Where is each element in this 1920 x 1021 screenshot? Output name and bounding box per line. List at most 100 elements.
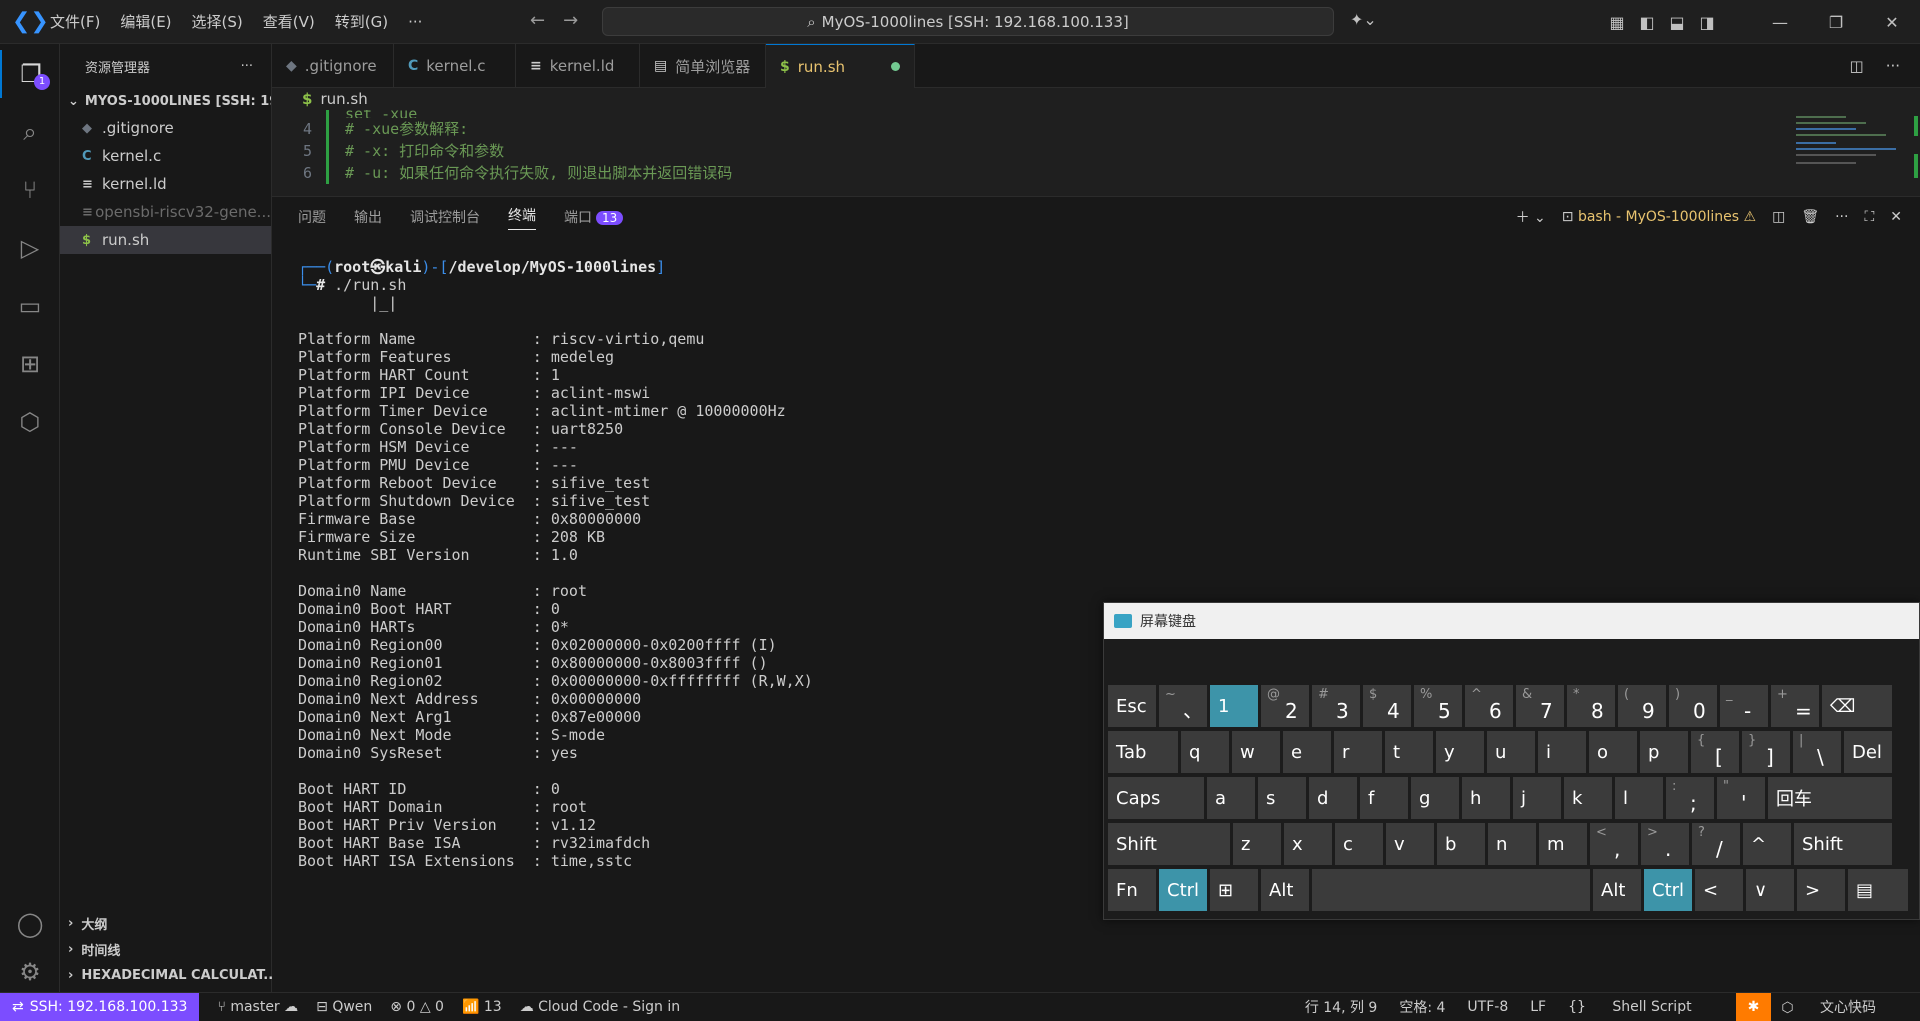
keyboard-key[interactable]: (9: [1618, 685, 1666, 727]
command-center[interactable]: ⌕ MyOS-1000lines [SSH: 192.168.100.133]: [602, 7, 1334, 36]
keyboard-key[interactable]: d: [1309, 777, 1357, 819]
keyboard-key[interactable]: s: [1258, 777, 1306, 819]
keyboard-key[interactable]: c: [1335, 823, 1383, 865]
explorer-icon[interactable]: ❐ 1: [0, 50, 60, 98]
keyboard-key[interactable]: e: [1283, 731, 1331, 773]
keyboard-key[interactable]: ^: [1743, 823, 1791, 865]
keyboard-key[interactable]: + =: [1771, 685, 1819, 727]
keyboard-key[interactable]: n: [1488, 823, 1536, 865]
back-arrow-icon[interactable]: ←: [530, 10, 545, 31]
keyboard-key[interactable]: % 5: [1414, 685, 1462, 727]
keyboard-key[interactable]: t: [1385, 731, 1433, 773]
keyboard-key[interactable]: b: [1437, 823, 1485, 865]
keyboard-key[interactable]: :;: [1666, 777, 1714, 819]
breadcrumb-file[interactable]: run.sh: [320, 90, 367, 108]
panel-tab[interactable]: 端口 13: [564, 207, 624, 227]
copilot-icon[interactable]: ✦⌄: [1350, 10, 1377, 29]
wenxin-indicator[interactable]: ⬡ 文心快码: [1781, 997, 1898, 1017]
menu-item[interactable]: 选择(S): [192, 13, 243, 31]
keyboard-key[interactable]: | \: [1793, 731, 1841, 773]
keyboard-key[interactable]: [1312, 869, 1590, 911]
keyboard-key[interactable]: a: [1207, 777, 1255, 819]
keyboard-key[interactable]: ▤: [1848, 869, 1908, 911]
keyboard-key[interactable]: <,: [1590, 823, 1638, 865]
keyboard-key[interactable]: Esc: [1108, 685, 1156, 727]
problems-indicator[interactable]: ⊗ 0 △ 0: [390, 999, 444, 1015]
close-panel-icon[interactable]: ✕: [1890, 209, 1902, 225]
extensions-icon[interactable]: ⊞: [0, 340, 60, 388]
workspace-root[interactable]: ⌄ MYOS-1000LINES [SSH: 19...: [60, 88, 271, 114]
qwen-indicator[interactable]: ⊟ Qwen: [316, 999, 372, 1015]
editor-tab[interactable]: Ckernel.c: [394, 44, 516, 88]
keyboard-key[interactable]: Caps: [1108, 777, 1204, 819]
panel-tab[interactable]: 问题: [298, 207, 326, 227]
keyboard-key[interactable]: i: [1538, 731, 1586, 773]
file-item[interactable]: ◆ .gitignore: [60, 114, 271, 142]
terminal-output[interactable]: ┌──(root㉿kali)-[/develop/MyOS-1000lines]…: [298, 240, 813, 906]
menu-item[interactable]: 转到(G): [335, 13, 388, 31]
keyboard-key[interactable]: " ': [1717, 777, 1765, 819]
menu-item[interactable]: 编辑(E): [120, 13, 171, 31]
keyboard-key[interactable]: @2: [1261, 685, 1309, 727]
keyboard-key[interactable]: k: [1564, 777, 1612, 819]
split-terminal-icon[interactable]: ◫: [1772, 209, 1785, 225]
toggle-secondary-sidebar-icon[interactable]: ◨: [1692, 13, 1722, 32]
encoding[interactable]: UTF-8: [1467, 999, 1508, 1015]
minimize-icon[interactable]: —: [1752, 13, 1808, 32]
toggle-sidebar-icon[interactable]: ◧: [1632, 13, 1662, 32]
keyboard-key[interactable]: ⌫: [1822, 685, 1892, 727]
keyboard-key[interactable]: _ -: [1720, 685, 1768, 727]
ports-indicator[interactable]: 📶 13: [462, 999, 502, 1015]
keyboard-key[interactable]: ? /: [1692, 823, 1740, 865]
keyboard-key[interactable]: Alt: [1593, 869, 1641, 911]
notification-accent-icon[interactable]: ✱: [1735, 992, 1772, 1021]
panel-tab[interactable]: 输出: [354, 207, 382, 227]
run-debug-icon[interactable]: ▷: [0, 224, 60, 272]
keyboard-key[interactable]: $4: [1363, 685, 1411, 727]
file-item[interactable]: Ckernel.c: [60, 142, 271, 170]
editor-tab[interactable]: ◆ .gitignore: [272, 44, 394, 88]
keyboard-key[interactable]: Tab: [1108, 731, 1178, 773]
unsaved-dot-icon[interactable]: [891, 62, 901, 71]
keyboard-key[interactable]: Alt: [1261, 869, 1309, 911]
keyboard-key[interactable]: l: [1615, 777, 1663, 819]
editor-tab[interactable]: ▤ 简单浏览器: [640, 44, 766, 88]
keyboard-key[interactable]: Del: [1844, 731, 1892, 773]
language-mode[interactable]: {} Shell Script: [1568, 999, 1713, 1015]
keyboard-key[interactable]: o: [1589, 731, 1637, 773]
toggle-panel-icon[interactable]: ⬓: [1662, 13, 1692, 32]
minimap[interactable]: [1790, 114, 1920, 194]
explorer-more-icon[interactable]: ···: [241, 59, 253, 74]
keyboard-key[interactable]: ~、: [1159, 685, 1207, 727]
panel-tab[interactable]: 调试控制台: [410, 207, 480, 227]
remote-explorer-icon[interactable]: ▭: [0, 282, 60, 330]
keyboard-key[interactable]: g: [1411, 777, 1459, 819]
keyboard-key[interactable]: y: [1436, 731, 1484, 773]
cursor-position[interactable]: 行 14, 列 9: [1305, 997, 1378, 1017]
keyboard-key[interactable]: 回车: [1768, 777, 1892, 819]
keyboard-key[interactable]: q: [1181, 731, 1229, 773]
keyboard-key[interactable]: u: [1487, 731, 1535, 773]
keyboard-key[interactable]: Ctrl: [1644, 869, 1692, 911]
keyboard-key[interactable]: j: [1513, 777, 1561, 819]
keyboard-key[interactable]: * 8: [1567, 685, 1615, 727]
keyboard-key[interactable]: v: [1386, 823, 1434, 865]
menu-item[interactable]: 查看(V): [263, 13, 315, 31]
code-editor[interactable]: set -xue 4 # -xue参数解释: 5 # -x: 打印命令和参数 6 # -u:…: [272, 110, 1920, 184]
maximize-panel-icon[interactable]: ⛶: [1864, 209, 1874, 225]
panel-tab[interactable]: 终端: [508, 205, 536, 230]
keyboard-key[interactable]: & 7: [1516, 685, 1564, 727]
keyboard-key[interactable]: >.: [1641, 823, 1689, 865]
keyboard-key[interactable]: ∨: [1746, 869, 1794, 911]
trash-icon[interactable]: 🗑: [1801, 209, 1819, 225]
menu-item[interactable]: 文件(F): [50, 13, 100, 31]
file-item[interactable]: $ run.sh: [60, 226, 271, 254]
forward-arrow-icon[interactable]: →: [563, 10, 578, 31]
keyboard-key[interactable]: w: [1232, 731, 1280, 773]
account-icon[interactable]: ◯: [0, 900, 60, 948]
keyboard-key[interactable]: r: [1334, 731, 1382, 773]
remote-indicator[interactable]: ⇄ SSH: 192.168.100.133: [0, 992, 200, 1021]
osk-title-bar[interactable]: 屏幕键盘: [1104, 603, 1919, 639]
keyboard-key[interactable]: ) 0: [1669, 685, 1717, 727]
eol[interactable]: LF: [1530, 999, 1546, 1015]
